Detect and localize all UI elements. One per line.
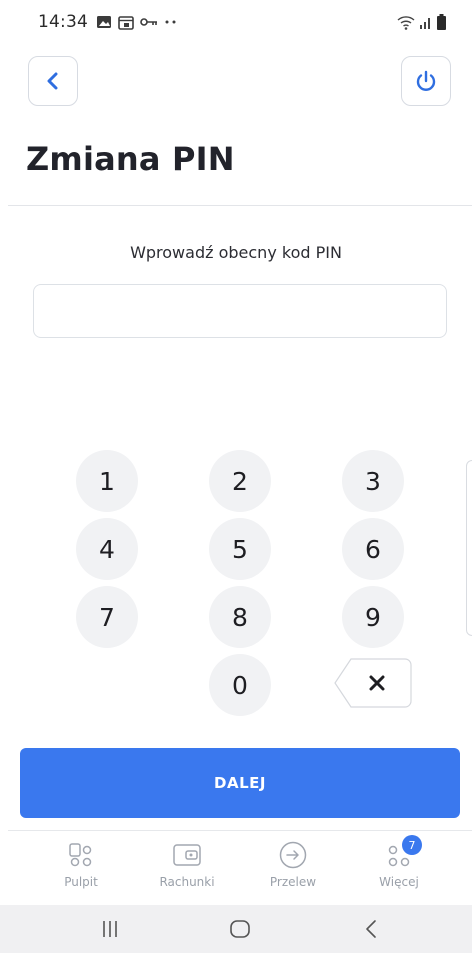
- wifi-icon: [397, 16, 415, 30]
- more-dots-icon: [165, 20, 176, 24]
- nav-item-pulpit[interactable]: Pulpit: [31, 831, 131, 905]
- key-7[interactable]: 7: [76, 586, 138, 648]
- wallet-icon: [173, 844, 201, 866]
- key-5[interactable]: 5: [209, 518, 271, 580]
- nav-item-wiecej[interactable]: 7 Więcej: [349, 831, 449, 905]
- key-3[interactable]: 3: [342, 450, 404, 512]
- home-icon[interactable]: [228, 917, 252, 941]
- notification-badge: 7: [402, 835, 422, 855]
- nav-item-przelew[interactable]: Przelew: [243, 831, 343, 905]
- key-4[interactable]: 4: [76, 518, 138, 580]
- key-9[interactable]: 9: [342, 586, 404, 648]
- power-icon: [416, 70, 436, 91]
- backspace-icon: [334, 658, 412, 708]
- key-icon: [140, 18, 157, 26]
- pin-prompt: Wprowadź obecny kod PIN: [130, 243, 342, 262]
- chevron-left-icon: [47, 72, 58, 90]
- status-bar: 14:34: [0, 0, 472, 44]
- dashboard-icon: [69, 843, 92, 867]
- arrow-circle-icon: [279, 841, 307, 869]
- status-time: 14:34: [38, 12, 88, 32]
- key-0[interactable]: 0: [209, 654, 271, 716]
- nav-item-rachunki[interactable]: Rachunki: [137, 831, 237, 905]
- side-panel-handle[interactable]: [466, 460, 472, 636]
- battery-icon: [437, 14, 446, 30]
- system-back-icon[interactable]: [360, 917, 384, 941]
- key-2[interactable]: 2: [209, 450, 271, 512]
- bottom-nav: Pulpit Rachunki Przelew 7 Więcej: [0, 831, 472, 905]
- recent-apps-icon[interactable]: [98, 917, 122, 941]
- calendar-icon: [118, 15, 134, 30]
- next-button[interactable]: DALEJ: [20, 748, 460, 818]
- key-8[interactable]: 8: [209, 586, 271, 648]
- system-nav-bar: [0, 905, 472, 953]
- back-button[interactable]: [28, 56, 78, 106]
- nav-label-przelew: Przelew: [269, 875, 317, 889]
- nav-label-wiecej: Więcej: [379, 875, 419, 889]
- key-6[interactable]: 6: [342, 518, 404, 580]
- logout-button[interactable]: [401, 56, 451, 106]
- header-divider: [8, 205, 472, 206]
- image-icon: [97, 16, 111, 28]
- nav-label-pulpit: Pulpit: [64, 875, 98, 889]
- key-1[interactable]: 1: [76, 450, 138, 512]
- pin-input[interactable]: [33, 284, 447, 338]
- page-title: Zmiana PIN: [26, 140, 235, 178]
- backspace-button[interactable]: [333, 658, 413, 708]
- nav-label-rachunki: Rachunki: [159, 875, 215, 889]
- signal-icon: [420, 18, 430, 29]
